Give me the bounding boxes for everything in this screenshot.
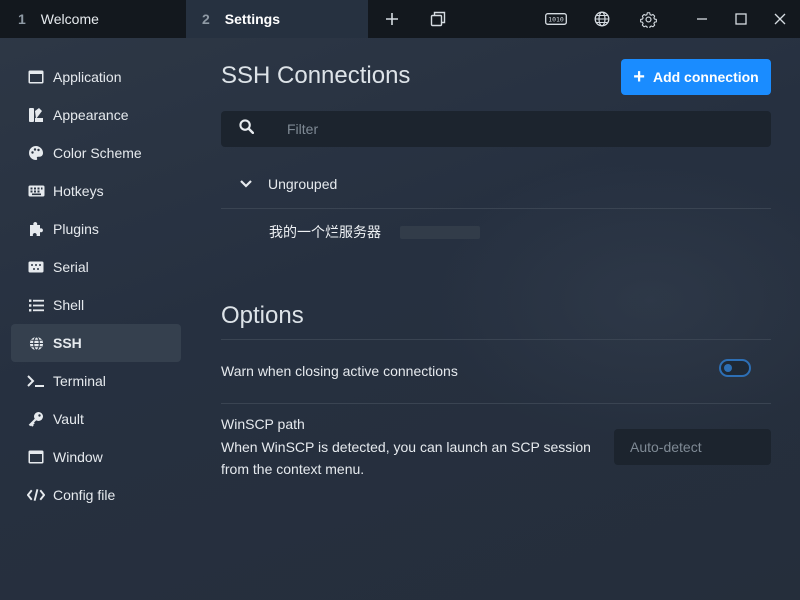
divider (221, 339, 771, 340)
tab-number: 1 (18, 11, 26, 27)
terminal-prompt-icon (27, 372, 45, 390)
tab-welcome[interactable]: 1 Welcome (0, 0, 185, 38)
ssh-connections-title: SSH Connections (221, 62, 411, 89)
sidebar-item-label: Config file (53, 487, 116, 503)
sidebar-item-hotkeys[interactable]: Hotkeys (11, 172, 181, 210)
connection-host-redacted (400, 226, 480, 239)
winscp-description: When WinSCP is detected, you can launch … (221, 439, 591, 477)
sidebar-item-label: Hotkeys (53, 183, 104, 199)
application-window-icon (27, 68, 45, 86)
keyboard-icon (27, 182, 45, 200)
sidebar-item-shell[interactable]: Shell (11, 286, 181, 324)
serial-port-icon (27, 258, 45, 276)
sidebar-item-serial[interactable]: Serial (11, 248, 181, 286)
winscp-path-input[interactable] (614, 429, 771, 465)
sidebar-item-config-file[interactable]: Config file (11, 476, 181, 514)
connection-row[interactable]: 我的一个烂服务器 (221, 216, 771, 248)
sidebar-item-appearance[interactable]: Appearance (11, 96, 181, 134)
tab-number: 2 (202, 11, 210, 27)
warn-closing-toggle[interactable] (719, 359, 751, 377)
sidebar-item-label: Terminal (53, 373, 106, 389)
sidebar-item-label: Shell (53, 297, 85, 313)
divider (221, 403, 771, 404)
serial-binary-icon[interactable]: 1010 (542, 0, 570, 38)
sidebar-item-color-scheme[interactable]: Color Scheme (11, 134, 181, 172)
connection-name: 我的一个烂服务器 (269, 225, 381, 241)
plus-icon: + (633, 66, 645, 88)
group-header-ungrouped[interactable]: Ungrouped (221, 168, 771, 200)
sidebar-item-label: Application (53, 69, 122, 85)
sidebar-item-label: Serial (53, 259, 89, 275)
minimize-icon[interactable] (688, 0, 716, 38)
sidebar-item-label: Plugins (53, 221, 99, 237)
svg-text:1010: 1010 (548, 16, 564, 24)
sidebar-item-vault[interactable]: Vault (11, 400, 181, 438)
sidebar-item-terminal[interactable]: Terminal (11, 362, 181, 400)
close-icon[interactable] (766, 0, 794, 38)
tab-bar: 1 Welcome 2 Settings 1010 (0, 0, 800, 38)
globe-icon[interactable] (588, 0, 616, 38)
sidebar-item-label: Window (53, 449, 103, 465)
filter-box (221, 111, 771, 147)
filter-input[interactable] (285, 120, 729, 138)
sidebar-item-window[interactable]: Window (11, 438, 181, 476)
add-connection-label: Add connection (652, 69, 759, 85)
key-icon (27, 410, 45, 428)
sidebar-item-label: Color Scheme (53, 145, 142, 161)
tab-label: Settings (224, 11, 281, 27)
palette-icon (27, 144, 45, 162)
tab-settings[interactable]: 2 Settings (186, 0, 368, 38)
sidebar-item-label: Vault (53, 411, 84, 427)
palette-brush-icon (27, 106, 45, 124)
add-connection-button[interactable]: + Add connection (621, 59, 771, 95)
chevron-down-icon (240, 175, 252, 193)
winscp-path-label: WinSCP path (221, 416, 305, 432)
list-icon (27, 296, 45, 314)
toggle-knob (724, 364, 732, 372)
group-label: Ungrouped (268, 176, 338, 192)
window-icon (27, 448, 45, 466)
gear-icon[interactable] (634, 0, 662, 38)
warn-closing-label: Warn when closing active connections (221, 363, 458, 379)
globe-icon (27, 334, 45, 352)
code-icon (27, 486, 45, 504)
divider (221, 208, 771, 209)
tab-label: Welcome (40, 11, 99, 27)
puzzle-icon (27, 220, 45, 238)
sidebar-item-label: SSH (53, 335, 82, 351)
sidebar-item-plugins[interactable]: Plugins (11, 210, 181, 248)
sidebar-item-ssh[interactable]: SSH (11, 324, 181, 362)
sidebar-item-label: Appearance (53, 107, 129, 123)
new-tab-plus-icon[interactable] (378, 0, 406, 38)
options-title: Options (221, 302, 304, 329)
maximize-icon[interactable] (727, 0, 755, 38)
duplicate-window-icon[interactable] (424, 0, 452, 38)
sidebar-item-application[interactable]: Application (11, 58, 181, 96)
search-icon (239, 119, 255, 139)
